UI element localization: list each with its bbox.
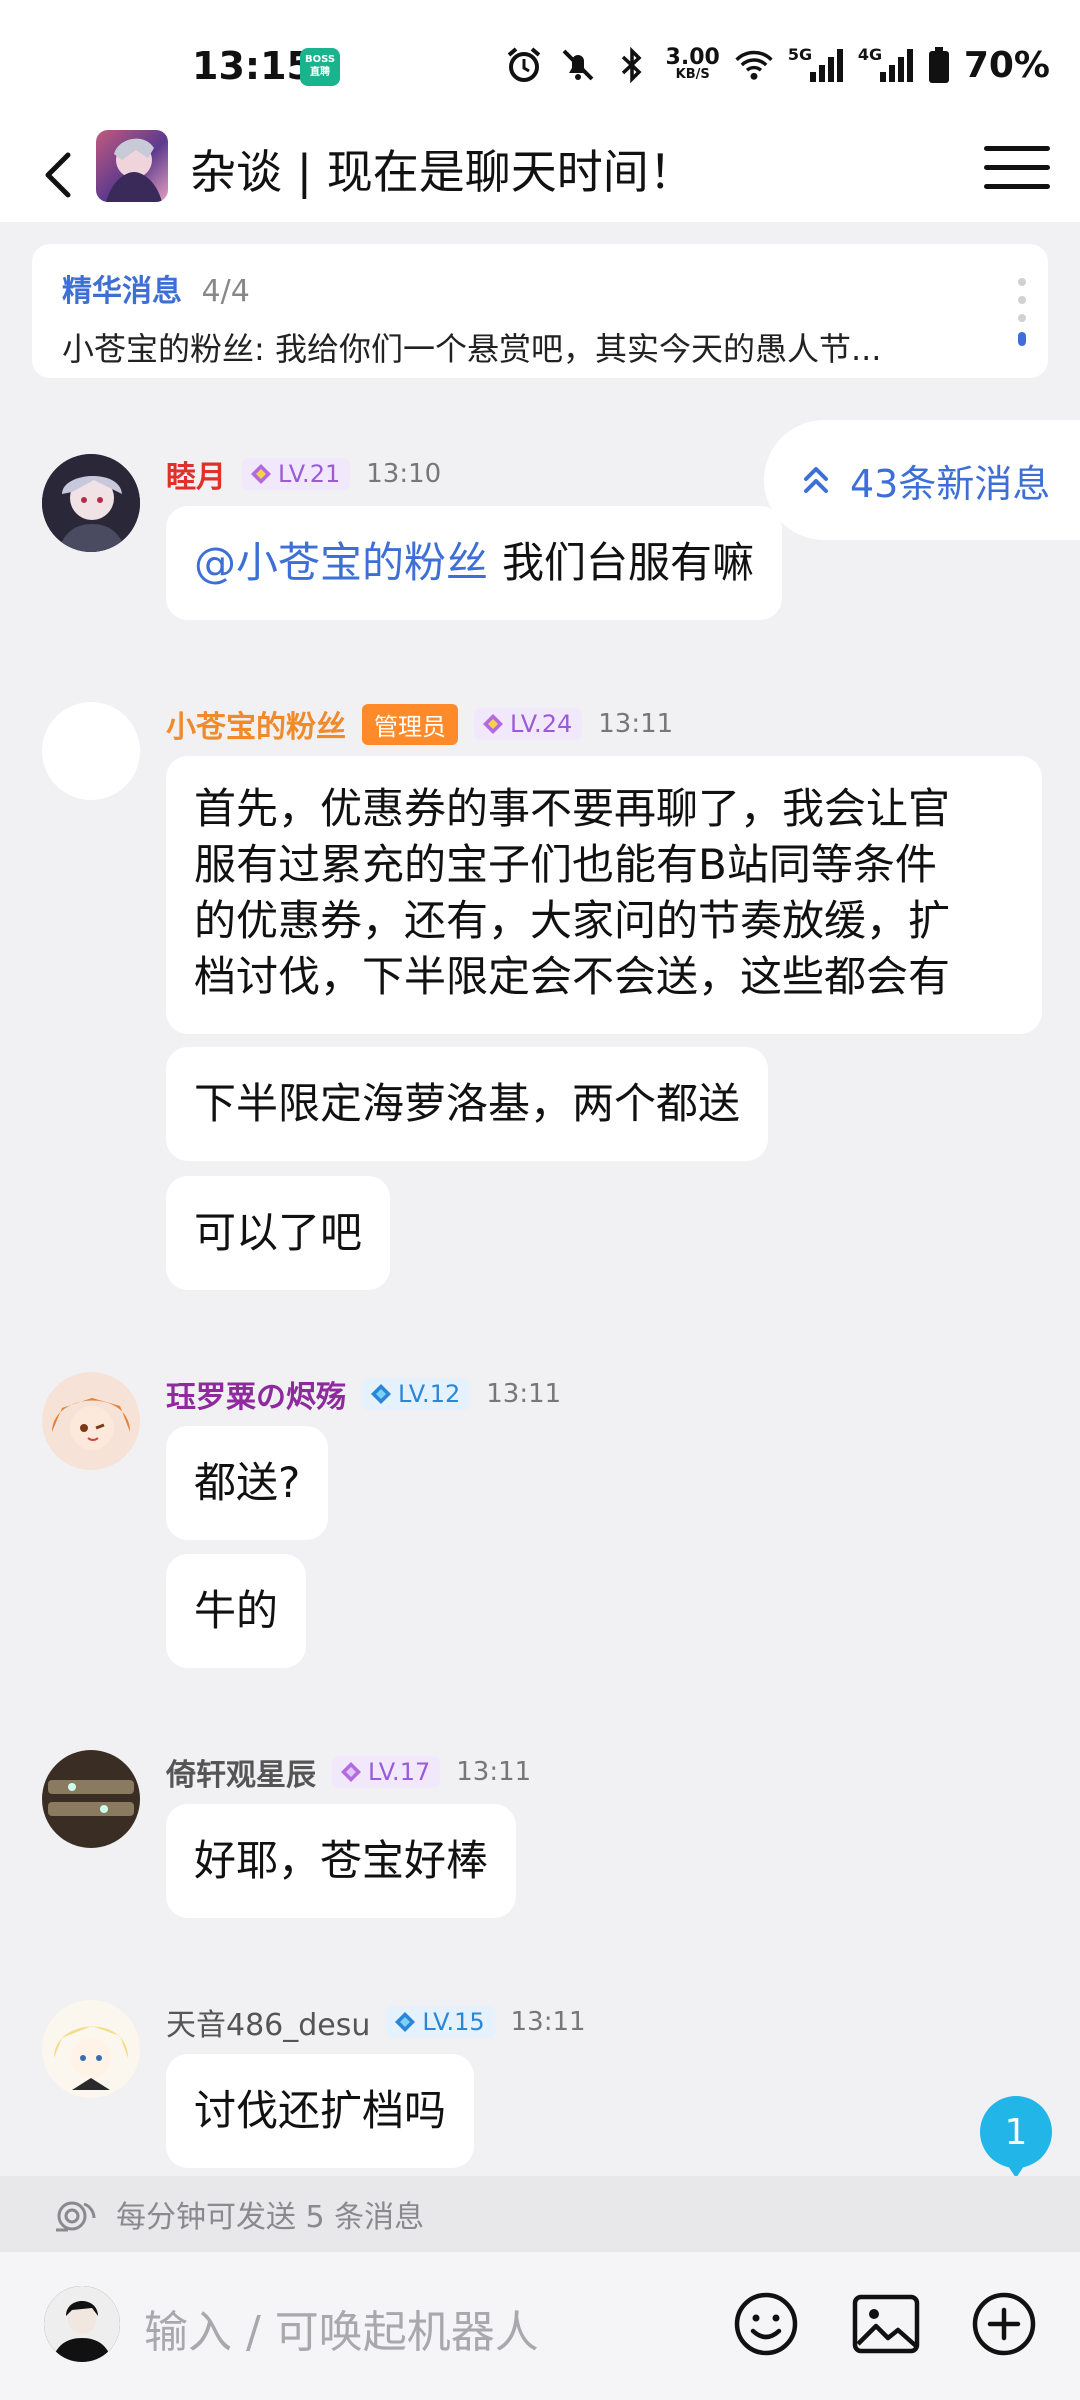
signal-icon: 5G <box>788 45 844 85</box>
sender-name[interactable]: 珏罗粟の烬殇 <box>166 1372 346 1416</box>
pinned-label: 精华消息 <box>62 274 182 309</box>
message-bubble[interactable]: 讨伐还扩档吗 <box>166 2054 475 2168</box>
message-time: 13:11 <box>598 709 674 739</box>
back-button[interactable] <box>28 140 88 210</box>
image-button[interactable] <box>848 2286 924 2362</box>
wifi-icon <box>734 45 774 85</box>
message-bubble[interactable]: @小苍宝的粉丝 我们台服有嘛 <box>166 506 783 620</box>
level-gem-icon <box>341 1762 361 1782</box>
message-bubble[interactable]: 可以了吧 <box>166 1176 391 1290</box>
chat-title: 杂谈 | 现在是聊天时间！ <box>190 145 695 199</box>
level-badge: LV.21 <box>242 458 351 490</box>
group-avatar[interactable] <box>96 130 168 202</box>
message-bubble[interactable]: 下半限定海萝洛基，两个都送 <box>166 1047 769 1161</box>
battery-icon <box>928 45 950 85</box>
sender-name[interactable]: 倚轩观星辰 <box>166 1750 316 1794</box>
level-badge: LV.24 <box>474 708 583 740</box>
message-meta: 小苍宝的粉丝 管理员 LV.24 13:11 <box>166 702 674 746</box>
boss-app-icon: BOSS 直聘 <box>300 48 340 86</box>
bluetooth-icon <box>612 45 652 85</box>
sender-name[interactable]: 睦月 <box>166 452 226 496</box>
menu-icon-line <box>984 183 1050 189</box>
level-badge: LV.12 <box>362 1378 471 1410</box>
level-badge: LV.17 <box>332 1756 441 1788</box>
message-time: 13:11 <box>486 1379 562 1409</box>
input-bar: 输入 / 可唤起机器人 <box>0 2252 1080 2400</box>
level-badge: LV.15 <box>386 2006 495 2038</box>
emoji-icon <box>734 2292 798 2356</box>
message-meta: 睦月 LV.21 13:10 <box>166 452 442 496</box>
pinned-text: 小苍宝的粉丝: 我给你们一个悬赏吧，其实今天的愚人节... <box>62 330 882 368</box>
message-meta: 倚轩观星辰 LV.17 13:11 <box>166 1750 532 1794</box>
mute-icon <box>558 45 598 85</box>
image-icon <box>852 2294 920 2354</box>
rate-limit-icon <box>56 2201 96 2232</box>
message-bubble[interactable]: 都送? <box>166 1426 329 1540</box>
level-gem-icon <box>371 1384 391 1404</box>
status-icons: 3.00 KB/S 5G 4G 70% <box>504 40 1050 90</box>
menu-icon-line <box>984 164 1050 170</box>
pinned-page-indicator <box>1018 278 1026 346</box>
rate-limit-bar: 每分钟可发送 5 条消息 <box>0 2176 1080 2252</box>
message-time: 13:10 <box>366 459 442 489</box>
avatar[interactable] <box>42 454 140 552</box>
message-time: 13:11 <box>456 1757 532 1787</box>
unread-count-badge[interactable]: 1 <box>980 2096 1052 2178</box>
menu-icon-line <box>984 145 1050 151</box>
avatar[interactable] <box>42 1372 140 1470</box>
net-speed: 3.00 KB/S <box>665 45 720 82</box>
sender-name[interactable]: 天音486_desu <box>166 2000 370 2044</box>
signal-icon-2: 4G <box>858 45 914 85</box>
avatar[interactable] <box>42 702 140 800</box>
message-bubble[interactable]: 首先，优惠券的事不要再聊了，我会让官 服有过累充的宝子们也能有B站同等条件 的优… <box>166 756 1042 1034</box>
pinned-count: 4/4 <box>201 274 250 309</box>
message-bubble[interactable]: 好耶，苍宝好棒 <box>166 1804 517 1918</box>
status-bar: 13:15 BOSS 直聘 3.00 KB/S 5G 4G 70% <box>0 0 1080 130</box>
message-meta: 天音486_desu LV.15 13:11 <box>166 2000 586 2044</box>
battery-percent: 70% <box>963 44 1050 86</box>
new-messages-button[interactable]: 43条新消息 <box>764 420 1080 540</box>
message-input[interactable]: 输入 / 可唤起机器人 <box>144 2296 539 2360</box>
sender-name[interactable]: 小苍宝的粉丝 <box>166 702 346 746</box>
message-meta: 珏罗粟の烬殇 LV.12 13:11 <box>166 1372 562 1416</box>
rate-limit-text: 每分钟可发送 5 条消息 <box>116 2200 425 2235</box>
message-time: 13:11 <box>510 2007 586 2037</box>
status-time: 13:15 <box>192 44 313 88</box>
avatar[interactable] <box>42 1750 140 1848</box>
plus-button[interactable] <box>966 2286 1042 2362</box>
menu-button[interactable] <box>984 134 1050 200</box>
level-gem-icon <box>251 464 271 484</box>
avatar[interactable] <box>42 2000 140 2098</box>
alarm-icon <box>504 45 544 85</box>
plus-icon <box>972 2292 1036 2356</box>
chevron-up-double-icon <box>804 467 828 493</box>
my-avatar[interactable] <box>44 2286 120 2362</box>
level-gem-icon <box>395 2012 416 2032</box>
message-bubble[interactable]: 牛的 <box>166 1554 307 1668</box>
chat-header: 杂谈 | 现在是聊天时间！ <box>0 130 1080 222</box>
admin-badge: 管理员 <box>362 703 458 745</box>
mention-link[interactable]: @小苍宝的粉丝 <box>194 535 488 591</box>
pinned-message-banner[interactable]: 精华消息 4/4 小苍宝的粉丝: 我给你们一个悬赏吧，其实今天的愚人节... <box>32 244 1048 378</box>
level-gem-icon <box>483 714 503 734</box>
back-icon <box>45 152 71 198</box>
emoji-button[interactable] <box>728 2286 804 2362</box>
